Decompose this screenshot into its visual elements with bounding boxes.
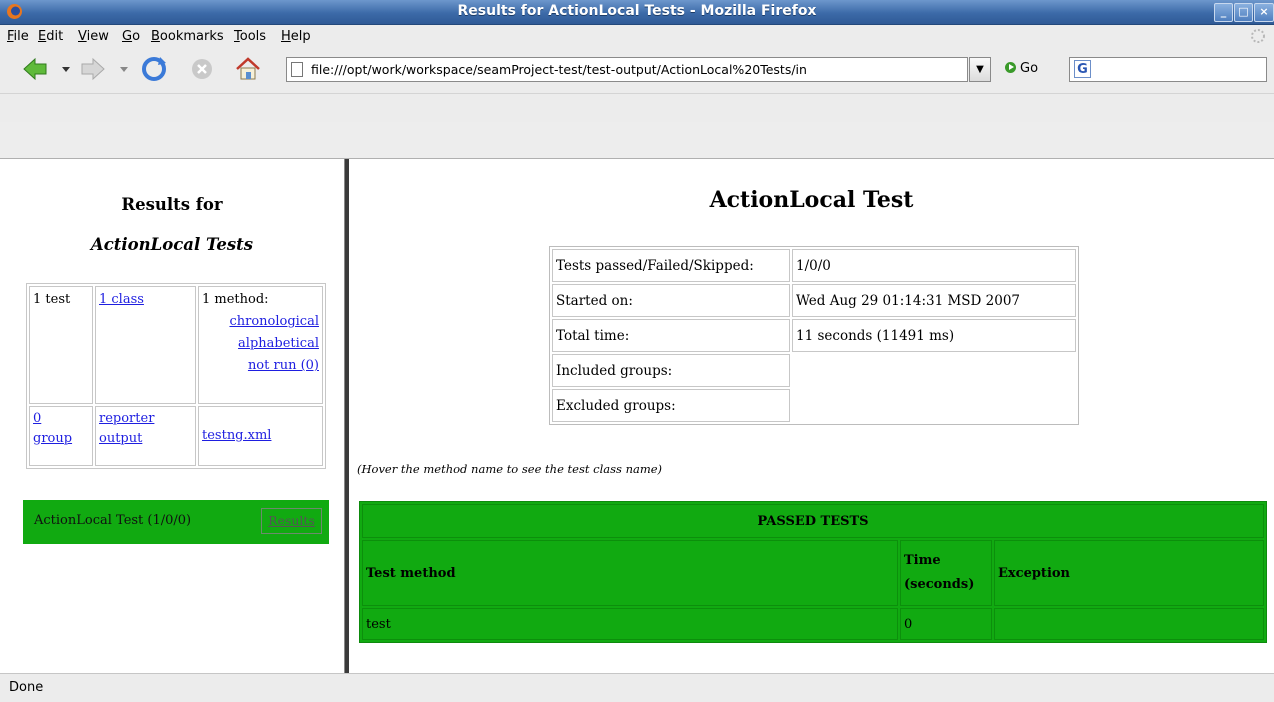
back-dropdown-icon[interactable] bbox=[62, 67, 70, 73]
group-link[interactable]: 0 group bbox=[33, 411, 72, 446]
menu-bookmarks[interactable]: Bookmarks bbox=[151, 29, 224, 44]
status-text: Done bbox=[9, 680, 44, 695]
maximize-button[interactable]: □ bbox=[1234, 3, 1253, 22]
stop-icon[interactable] bbox=[190, 57, 214, 81]
testng-xml-link[interactable]: testng.xml bbox=[202, 428, 271, 443]
testng-cell: testng.xml bbox=[198, 406, 323, 466]
right-frame: ActionLocal Test Tests passed/Failed/Ski… bbox=[349, 159, 1274, 674]
passed-tests-table: PASSED TESTS Test method Time (seconds) E… bbox=[359, 501, 1267, 643]
info-value bbox=[792, 389, 1076, 422]
info-value bbox=[792, 354, 1076, 387]
back-arrow-icon[interactable] bbox=[22, 57, 48, 81]
menu-file[interactable]: File bbox=[7, 29, 29, 44]
menu-bar: File Edit View Go Bookmarks Tools Help bbox=[0, 25, 1274, 49]
bookmarks-toolbar bbox=[0, 93, 1274, 122]
table-row: test 0 bbox=[362, 608, 1264, 640]
test-entry: ActionLocal Test (1/0/0) Results bbox=[23, 500, 329, 544]
forward-arrow-icon[interactable] bbox=[80, 57, 106, 81]
alphabetical-link[interactable]: alphabetical bbox=[238, 336, 319, 351]
throbber-icon bbox=[1251, 29, 1265, 43]
results-link[interactable]: Results bbox=[261, 508, 322, 534]
info-value: Wed Aug 29 01:14:31 MSD 2007 bbox=[792, 284, 1076, 317]
chronological-link[interactable]: chronological bbox=[229, 314, 319, 329]
info-label: Started on: bbox=[552, 284, 790, 317]
menu-go[interactable]: Go bbox=[122, 29, 140, 44]
left-frame: Results for ActionLocal Tests 1 test 1 c… bbox=[0, 159, 344, 674]
test-count-cell: 1 test bbox=[29, 286, 93, 404]
class-link[interactable]: 1 class bbox=[99, 292, 144, 307]
method-label: 1 method: bbox=[202, 292, 269, 307]
reload-icon[interactable] bbox=[140, 55, 168, 83]
window-title: Results for ActionLocal Tests - Mozilla … bbox=[457, 3, 817, 19]
minimize-button[interactable]: _ bbox=[1214, 3, 1233, 22]
not-run-link[interactable]: not run (0) bbox=[248, 358, 319, 373]
test-count: 1 test bbox=[33, 292, 71, 307]
go-button[interactable]: Go bbox=[1005, 61, 1038, 76]
group-cell: 0 group bbox=[29, 406, 93, 466]
info-label: Excluded groups: bbox=[552, 389, 790, 422]
info-value: 11 seconds (11491 ms) bbox=[792, 319, 1076, 352]
menu-edit[interactable]: Edit bbox=[38, 29, 63, 44]
search-box[interactable]: G bbox=[1069, 57, 1267, 82]
test-title: ActionLocal Test bbox=[709, 187, 914, 213]
reporter-output-link[interactable]: reporter output bbox=[99, 411, 154, 446]
info-label: Total time: bbox=[552, 319, 790, 352]
reporter-cell: reporter output bbox=[95, 406, 196, 466]
window-title-bar: Results for ActionLocal Tests - Mozilla … bbox=[0, 0, 1274, 25]
test-method-cell: test bbox=[362, 608, 898, 640]
suite-name: ActionLocal Tests bbox=[90, 235, 254, 254]
menu-help[interactable]: Help bbox=[281, 29, 311, 44]
menu-tools[interactable]: Tools bbox=[234, 29, 266, 44]
page-icon bbox=[291, 62, 303, 77]
column-header-exception: Exception bbox=[994, 540, 1264, 606]
passed-tests-title: PASSED TESTS bbox=[362, 504, 1264, 538]
test-entry-name: ActionLocal Test (1/0/0) bbox=[34, 513, 192, 528]
google-search-icon[interactable]: G bbox=[1074, 60, 1091, 78]
go-label: Go bbox=[1020, 61, 1039, 76]
test-exception-cell bbox=[994, 608, 1264, 640]
info-value: 1/0/0 bbox=[792, 249, 1076, 282]
home-icon[interactable] bbox=[234, 55, 262, 83]
info-label: Tests passed/Failed/Skipped: bbox=[552, 249, 790, 282]
suite-heading: Results for bbox=[121, 195, 223, 214]
forward-dropdown-icon[interactable] bbox=[120, 67, 128, 73]
test-time-cell: 0 bbox=[900, 608, 992, 640]
column-header-time: Time (seconds) bbox=[900, 540, 992, 606]
navigation-toolbar: file:///opt/work/workspace/seamProject-t… bbox=[0, 49, 1274, 93]
url-dropdown-button[interactable]: ▼ bbox=[969, 57, 991, 82]
column-header-method: Test method bbox=[362, 540, 898, 606]
page-content: Results for ActionLocal Tests 1 test 1 c… bbox=[0, 158, 1274, 674]
hover-note: (Hover the method name to see the test c… bbox=[357, 462, 663, 476]
url-bar[interactable]: file:///opt/work/workspace/seamProject-t… bbox=[286, 57, 968, 82]
menu-view[interactable]: View bbox=[78, 29, 109, 44]
go-arrow-icon bbox=[1005, 62, 1016, 73]
close-button[interactable]: × bbox=[1254, 3, 1274, 22]
info-label: Included groups: bbox=[552, 354, 790, 387]
status-bar: Done bbox=[0, 673, 1274, 702]
test-info-table: Tests passed/Failed/Skipped: 1/0/0 Start… bbox=[549, 246, 1079, 425]
summary-table: 1 test 1 class 1 method: chronological a… bbox=[26, 283, 326, 469]
method-cell: 1 method: chronological alphabetical not… bbox=[198, 286, 323, 404]
url-text[interactable]: file:///opt/work/workspace/seamProject-t… bbox=[311, 62, 961, 77]
class-cell: 1 class bbox=[95, 286, 196, 404]
